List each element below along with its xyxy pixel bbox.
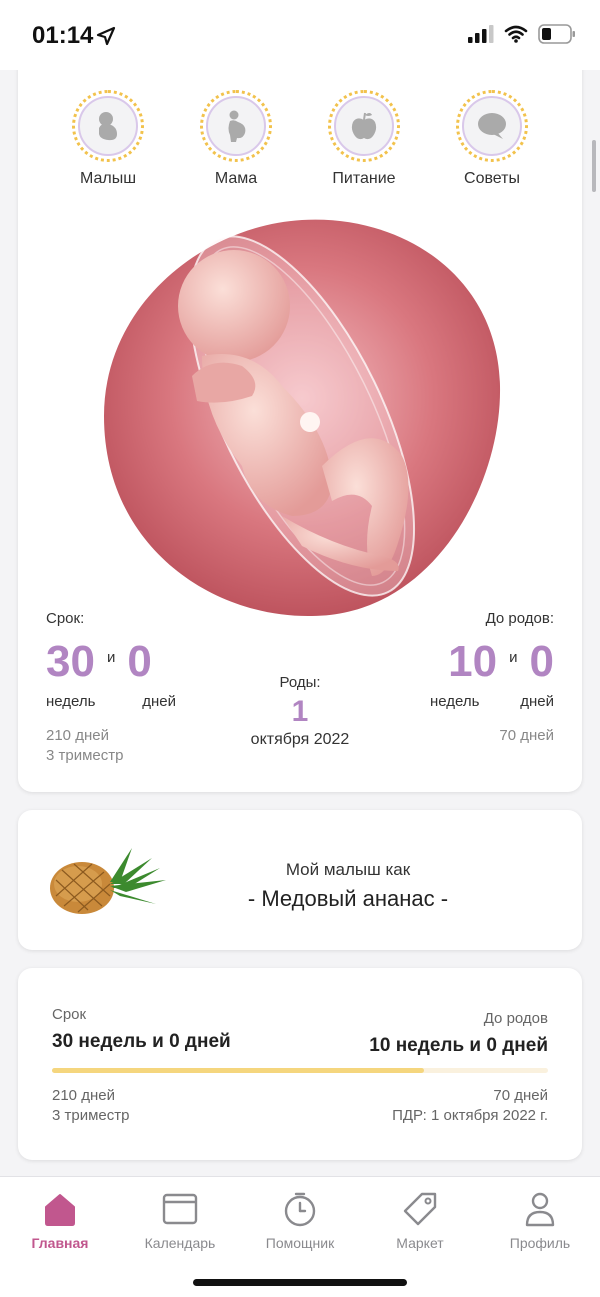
status-icons <box>468 24 576 44</box>
tab-profile[interactable]: Профиль <box>480 1189 600 1251</box>
wifi-icon <box>504 25 528 43</box>
progress-right-label: До родов <box>483 1010 548 1027</box>
tab-market[interactable]: Маркет <box>360 1189 480 1251</box>
location-arrow-icon <box>96 26 116 46</box>
progress-left-label: Срок <box>52 1006 87 1023</box>
progress-due-date: ПДР: 1 октября 2022 г. <box>392 1107 548 1124</box>
baby-icon <box>99 112 117 141</box>
home-indicator <box>193 1279 407 1286</box>
tab-label: Календарь <box>144 1235 216 1251</box>
progress-right-value: 10 недель и 0 дней <box>369 1035 548 1056</box>
tab-home[interactable]: Главная <box>0 1189 120 1251</box>
category-baby[interactable]: Малыш <box>48 90 168 188</box>
until-total-days: 70 дней <box>499 727 554 744</box>
tab-label: Маркет <box>396 1235 444 1251</box>
weeks-unit: недель <box>46 693 96 710</box>
progress-left-trimester: 3 триместр <box>52 1107 130 1124</box>
status-time: 01:14 <box>32 22 94 49</box>
progress-left-value: 30 недель и 0 дней <box>52 1031 231 1052</box>
progress-left-days: 210 дней <box>52 1087 115 1104</box>
category-label: Советы <box>464 170 520 187</box>
term-trimester: 3 триместр <box>46 747 124 764</box>
category-tips[interactable]: Советы <box>432 90 552 188</box>
tab-label: Профиль <box>509 1235 571 1251</box>
baby-size-card[interactable]: Мой малыш как - Медовый ананас - <box>18 810 582 950</box>
fruit-intro: Мой малыш как <box>285 860 411 879</box>
tag-icon <box>403 1192 437 1226</box>
category-label: Мама <box>214 170 258 187</box>
battery-icon <box>538 24 575 44</box>
weeks-unit: недель <box>430 693 480 710</box>
category-label: Малыш <box>79 170 137 187</box>
fruit-name: - Медовый ананас - <box>247 886 449 911</box>
until-birth-label: До родов: <box>485 610 554 627</box>
progress-bar <box>52 1068 548 1073</box>
stopwatch-icon <box>284 1192 316 1227</box>
pregnancy-overview-card: Малыш Мама Питание Советы Срок: 30 и 0 н… <box>18 30 582 792</box>
term-label: Срок: <box>46 610 85 627</box>
pineapple-icon <box>50 848 166 914</box>
person-icon <box>525 1192 555 1227</box>
until-birth-block: До родов: 10 и 0 недель дней 70 дней <box>354 610 554 746</box>
calendar-icon <box>162 1193 198 1225</box>
progress-card: Срок 30 недель и 0 дней До родов 10 неде… <box>18 968 582 1160</box>
and-label: и <box>509 649 518 666</box>
category-nutrition[interactable]: Питание <box>304 90 424 188</box>
progress-bar-fill <box>52 1068 424 1073</box>
status-bar: 01:14 <box>0 0 600 70</box>
pregnant-woman-icon <box>228 110 246 142</box>
tab-label: Помощник <box>265 1235 335 1251</box>
days-unit: дней <box>520 693 554 710</box>
apple-icon <box>351 112 377 140</box>
tab-calendar[interactable]: Календарь <box>120 1189 240 1251</box>
speech-bubble-icon <box>478 113 506 139</box>
tab-helper[interactable]: Помощник <box>240 1189 360 1251</box>
home-icon <box>45 1194 75 1226</box>
category-row: Малыш Мама Питание Советы <box>18 90 582 200</box>
and-label: и <box>106 649 116 666</box>
days-unit: дней <box>142 693 176 710</box>
until-days: 0 <box>529 637 554 686</box>
term-weeks: 30 <box>46 637 95 686</box>
signal-icon <box>468 25 494 43</box>
until-weeks: 10 <box>448 637 498 686</box>
tab-label: Главная <box>31 1235 89 1251</box>
term-days: 0 <box>127 637 152 686</box>
scrollbar[interactable] <box>592 140 596 192</box>
progress-right-days: 70 дней <box>493 1087 548 1104</box>
category-mom[interactable]: Мама <box>176 90 296 188</box>
category-label: Питание <box>332 170 396 187</box>
fetus-illustration <box>104 219 501 617</box>
